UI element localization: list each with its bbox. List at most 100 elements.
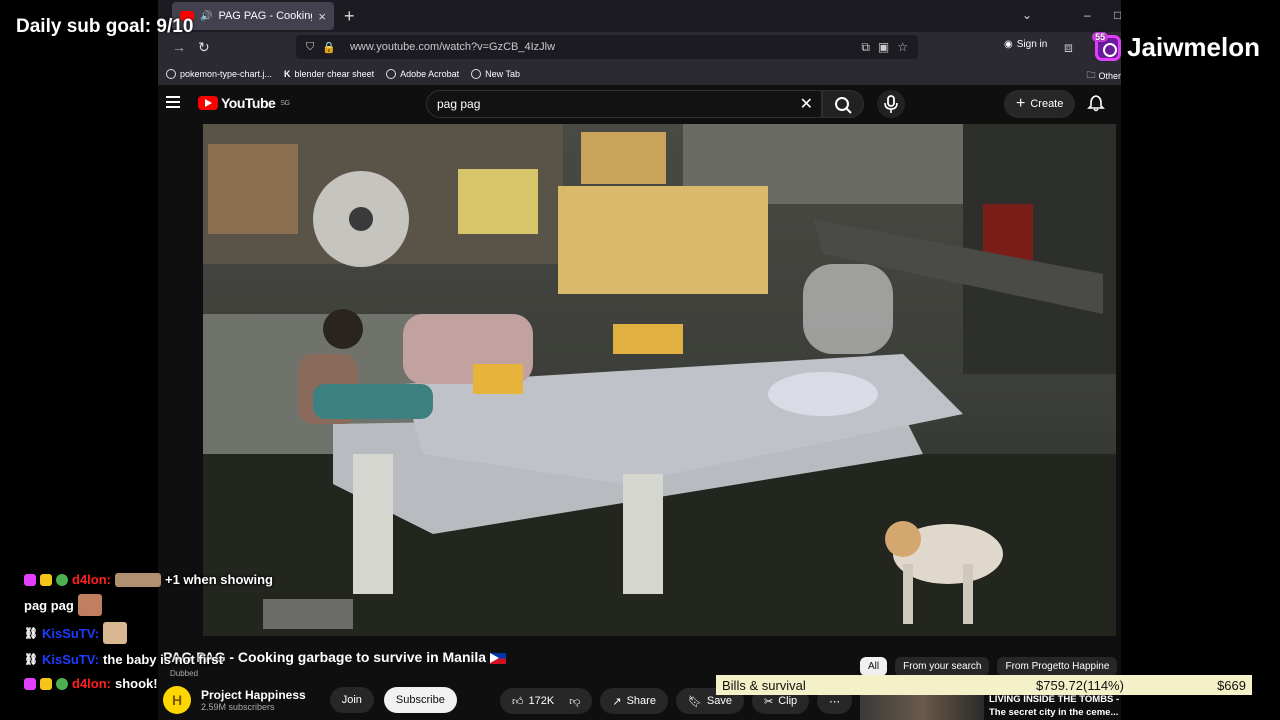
shield-icon[interactable]: ⛉ <box>306 41 314 54</box>
url-text[interactable]: www.youtube.com/watch?v=GzCB_4IzJlw <box>350 41 555 53</box>
bookmark-new-tab[interactable]: New Tab <box>471 68 521 79</box>
search-icon <box>835 97 852 114</box>
save-label: Save <box>706 695 732 707</box>
share-button[interactable]: ↗ Share <box>600 688 668 714</box>
lock-icon[interactable]: 🔒 <box>322 41 336 54</box>
bookmark-label: New Tab <box>485 68 521 79</box>
gold-badge-icon <box>40 573 52 586</box>
chat-username: d4lon: <box>72 676 111 691</box>
chat-text: shook! <box>115 676 158 691</box>
badge-icon: ⛓ <box>24 654 38 666</box>
save-icon[interactable]: ▣ <box>878 40 889 55</box>
chat-text: +1 when showing <box>165 572 273 587</box>
streamer-tag: 55 Jaiwmelon <box>1092 31 1260 63</box>
heart-badge-icon <box>24 573 36 586</box>
chat-username: KisSuTV: <box>41 652 100 667</box>
sign-in-button[interactable]: ◉ Sign in <box>1004 39 1047 50</box>
share-icon: ↗ <box>612 695 622 708</box>
youtube-page: YouTube SG pag pag ✕ + Create PAG PAG - … <box>158 86 1121 720</box>
streamer-badge: 55 <box>1092 31 1109 42</box>
chat-message: ⛓ KisSuTV: the baby is not first <box>24 652 223 667</box>
bookmark-icon: 🔖︎ <box>687 695 702 708</box>
youtube-logo-text: YouTube <box>221 95 276 111</box>
recommendation-chips: All From your search From Progetto Happi… <box>860 657 1118 676</box>
emote-image <box>77 594 102 616</box>
youtube-logo[interactable]: YouTube SG <box>198 95 290 111</box>
subscriber-count: 2.59M subscribers <box>201 702 275 712</box>
chat-text: pag pag <box>24 597 74 613</box>
folder-icon: 🗀 <box>1086 70 1096 80</box>
hamburger-menu-icon[interactable] <box>166 96 180 108</box>
video-player[interactable] <box>203 124 1116 636</box>
sign-in-label: Sign in <box>1016 39 1048 50</box>
channel-avatar[interactable]: H <box>163 686 191 714</box>
stream-stage: Daily sub goal: 9/10 55 Jaiwmelon 🔊 PAG … <box>0 0 1280 720</box>
emote-image <box>103 622 128 644</box>
sub-goal-overlay: Daily sub goal: 9/10 <box>16 16 194 37</box>
search-value: pag pag <box>437 97 481 111</box>
create-label: Create <box>1030 98 1064 110</box>
philippines-flag-icon <box>490 652 507 664</box>
recommended-video-thumbnail[interactable] <box>860 694 984 720</box>
like-button[interactable]: 👍︎ 172K 👎︎ <box>500 688 593 714</box>
emote-image <box>115 572 161 587</box>
chat-message: pag pag <box>24 594 102 616</box>
browser-window: 🔊 PAG PAG - Cooking garbag × + ⌄ – □ → ↻… <box>158 0 1121 720</box>
channel-row: H Project Happiness 2.59M subscribers Jo… <box>163 686 457 714</box>
channel-name[interactable]: Project Happiness <box>201 688 306 702</box>
chip-all[interactable]: All <box>860 657 888 676</box>
reload-icon[interactable]: ↻ <box>198 39 210 56</box>
join-button[interactable]: Join <box>329 687 374 713</box>
badge-icon: ⛓ <box>24 627 38 640</box>
new-tab-button[interactable]: + <box>344 6 355 27</box>
channel-info: Project Happiness 2.59M subscribers <box>201 688 306 712</box>
smile-badge-icon <box>56 677 68 690</box>
notifications-bell-icon[interactable] <box>1087 94 1105 112</box>
search-button[interactable] <box>822 90 864 118</box>
close-icon[interactable]: × <box>318 9 326 24</box>
chevron-down-icon[interactable]: ⌄ <box>1022 8 1032 22</box>
other-bookmarks[interactable]: 🗀 Other <box>1086 68 1121 84</box>
speaker-icon[interactable]: 🔊 <box>200 11 212 22</box>
recommended-video-title[interactable]: LIVING INSIDE THE TOMBS - The secret cit… <box>989 693 1121 719</box>
tab-youtube[interactable]: 🔊 PAG PAG - Cooking garbag × <box>172 2 334 30</box>
scissors-icon: ✂ <box>764 695 774 708</box>
microphone-icon <box>884 95 898 113</box>
clear-search-icon[interactable]: ✕ <box>800 94 813 114</box>
bookmark-adobe[interactable]: Adobe Acrobat <box>386 68 459 79</box>
other-bookmarks-label: Other <box>1098 71 1121 81</box>
bookmark-blender[interactable]: Kblender chear sheet <box>284 69 374 79</box>
minimize-button[interactable]: – <box>1084 8 1091 22</box>
tab-bar: 🔊 PAG PAG - Cooking garbag × + ⌄ – □ <box>158 0 1121 32</box>
video-frame-image <box>203 124 1116 636</box>
search-input[interactable]: pag pag ✕ <box>426 90 822 118</box>
voice-search-button[interactable] <box>877 90 905 118</box>
star-icon[interactable]: ☆ <box>897 40 908 55</box>
instagram-icon: 55 <box>1092 31 1122 61</box>
chip-from-search[interactable]: From your search <box>895 657 990 676</box>
navigation-bar: → ↻ ⛉ 🔒 www.youtube.com/watch?v=GzCB_4Iz… <box>158 32 1121 62</box>
streamer-name: Jaiwmelon <box>1127 32 1260 62</box>
share-label: Share <box>626 695 656 707</box>
globe-icon <box>166 68 176 79</box>
url-bar[interactable]: ⛉ 🔒 www.youtube.com/watch?v=GzCB_4IzJlw … <box>296 35 918 59</box>
region-code: SG <box>280 99 290 107</box>
subscribe-button[interactable]: Subscribe <box>383 687 457 713</box>
bookmark-pokemon[interactable]: pokemon-type-chart.j... <box>166 68 272 79</box>
clip-label: Clip <box>778 695 798 707</box>
extensions-icon[interactable]: ⧈ <box>1064 39 1073 56</box>
chat-message: d4lon: +1 when showing <box>24 572 273 587</box>
bookmarks-bar: pokemon-type-chart.j... Kblender chear s… <box>158 62 1121 86</box>
thumbs-down-icon[interactable]: 👎︎ <box>569 695 580 708</box>
like-count: 172K <box>528 695 555 707</box>
forward-icon[interactable]: → <box>172 39 186 55</box>
chat-username: d4lon: <box>72 572 111 587</box>
globe-icon <box>471 68 482 79</box>
chat-username: KisSuTV: <box>41 625 100 641</box>
gold-badge-icon <box>40 677 52 690</box>
rec-title-line-2: The secret city in the ceme... <box>989 707 1119 718</box>
create-button[interactable]: + Create <box>1004 90 1076 118</box>
chip-from-channel[interactable]: From Progetto Happine <box>997 657 1118 676</box>
picture-in-picture-icon[interactable]: ⧉ <box>861 40 870 55</box>
maximize-button[interactable]: □ <box>1114 8 1121 22</box>
